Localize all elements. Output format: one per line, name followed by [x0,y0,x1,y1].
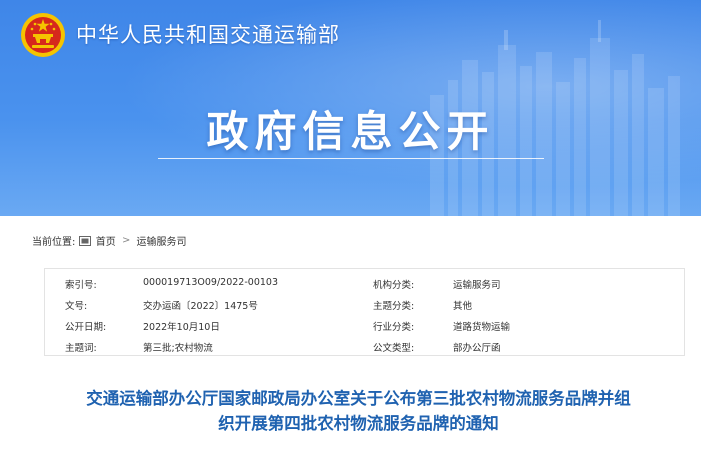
content-area: 当前位置: 首页 > 运输服务司 索引号: 000019713O09/2022-… [16,216,701,450]
info-row-date: 公开日期: 2022年10月10日 行业分类: 道路货物运输 [45,315,686,335]
breadcrumb-separator: > [121,235,131,246]
breadcrumb-home-link[interactable]: 首页 [96,237,116,248]
info-label: 主题词: [65,343,97,354]
header-banner: 中华人民共和国交通运输部 政府信息公开 [0,0,701,216]
info-value: 第三批;农村物流 [143,343,213,354]
article-title-line-2: 织开展第四批农村物流服务品牌的通知 [218,414,499,433]
info-value: 运输服务司 [453,280,501,291]
article-title-line-1: 交通运输部办公厅国家邮政局办公室关于公布第三批农村物流服务品牌并组 [86,389,631,408]
ministry-name[interactable]: 中华人民共和国交通运输部 [76,19,340,49]
info-label: 公文类型: [373,343,415,354]
info-label: 文号: [65,301,88,312]
breadcrumb-prefix: 当前位置: [32,237,76,248]
info-row-keywords: 主题词: 第三批;农村物流 公文类型: 部办公厅函 [45,336,686,356]
breadcrumb-department-link[interactable]: 运输服务司 [137,237,187,248]
info-label: 公开日期: [65,322,107,333]
info-value: 2022年10月10日 [143,322,220,333]
info-value: 其他 [453,301,473,312]
banner-title: 政府信息公开 [206,107,495,156]
info-label: 机构分类: [373,280,415,291]
info-value: 000019713O09/2022-00103 [143,277,278,288]
info-row-index: 索引号: 000019713O09/2022-00103 机构分类: 运输服务司 [45,273,686,293]
info-value: 部办公厅函 [453,343,501,354]
home-icon [78,235,91,246]
info-label: 行业分类: [373,322,415,333]
info-label: 索引号: [65,280,97,291]
info-value: 道路货物运输 [453,322,511,333]
national-emblem-icon [21,13,65,57]
banner-divider [158,158,544,159]
info-value: 交办运函〔2022〕1475号 [143,301,258,312]
article-title: 交通运输部办公厅国家邮政局办公室关于公布第三批农村物流服务品牌并组 织开展第四批… [16,386,701,436]
breadcrumb: 当前位置: 首页 > 运输服务司 [32,233,187,248]
document-info-table: 索引号: 000019713O09/2022-00103 机构分类: 运输服务司… [44,268,685,356]
info-label: 主题分类: [373,301,415,312]
info-row-doc-number: 文号: 交办运函〔2022〕1475号 主题分类: 其他 [45,294,686,314]
